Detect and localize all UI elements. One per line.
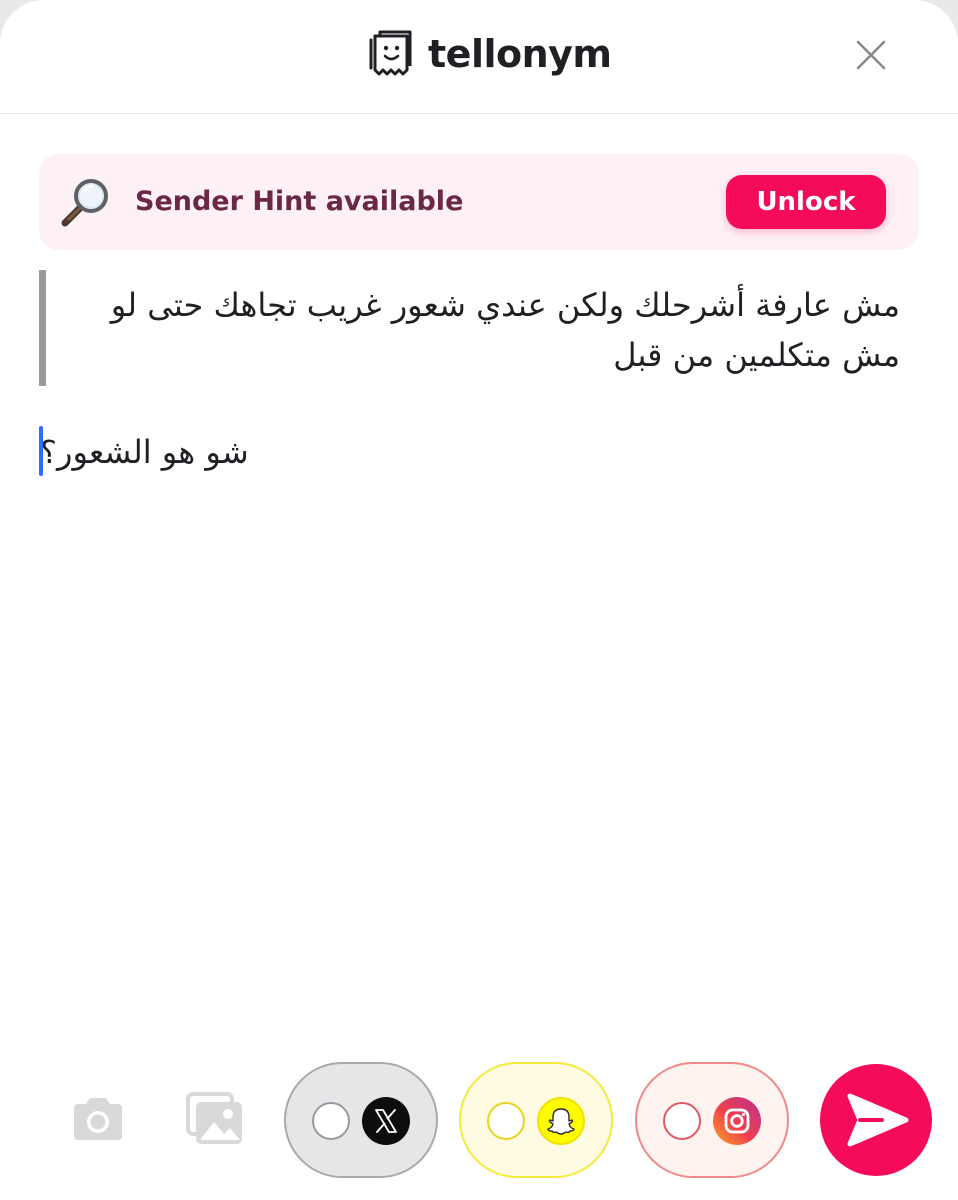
brand: tellonym [368,28,612,80]
bottom-toolbar [0,1056,958,1186]
x-logo-icon [362,1097,410,1145]
toggle-knob [312,1102,350,1140]
instagram-logo-icon [713,1097,761,1145]
magnifier-icon [61,179,108,227]
text-caret [39,426,43,476]
gallery-icon[interactable] [186,1092,244,1146]
answer-sheet: tellonym Sender Hint available Unlock مش… [0,0,958,1200]
answer-text: شو هو الشعور؟ [40,433,249,471]
answer-input[interactable]: شو هو الشعور؟ [39,424,900,480]
toggle-knob [487,1102,525,1140]
toggle-knob [663,1102,701,1140]
share-toggle-snapchat[interactable] [459,1062,613,1178]
share-toggle-instagram[interactable] [635,1062,789,1178]
snapchat-ghost-icon [537,1097,585,1145]
close-button[interactable] [850,34,892,76]
camera-icon[interactable] [70,1096,126,1142]
close-icon [856,40,886,70]
tellonym-logo-icon [369,30,412,76]
send-button[interactable] [820,1064,932,1176]
sender-hint-text: Sender Hint available [135,186,464,217]
header: tellonym [0,0,958,114]
unlock-button[interactable]: Unlock [726,175,886,229]
quote-bar [39,270,46,386]
received-message: مش عارفة أشرحلك ولكن عندي شعور غريب تجاه… [110,286,900,374]
brand-name: tellonym [428,32,612,76]
sender-hint-banner: Sender Hint available Unlock [39,154,919,250]
share-toggle-x[interactable] [284,1062,438,1178]
send-arrow-icon [847,1093,909,1147]
